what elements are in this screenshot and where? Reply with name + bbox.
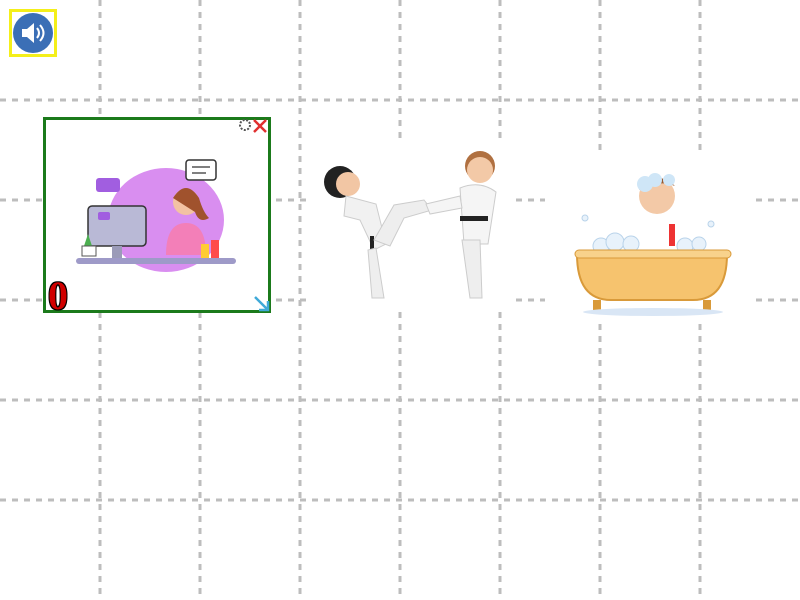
resize-icon[interactable]: [253, 295, 271, 313]
workspace-canvas: 0: [0, 0, 800, 600]
girl-at-computer-image: [76, 159, 236, 272]
picture-card-karate[interactable]: [310, 140, 510, 312]
counter-label: 0: [48, 273, 68, 318]
karate-kids-image: [324, 151, 497, 299]
boy-in-bathtub-image: [574, 173, 732, 316]
picture-card-bath[interactable]: [545, 150, 755, 320]
rotate-icon[interactable]: [238, 118, 252, 132]
speaker-icon: [13, 13, 53, 53]
sound-button[interactable]: [9, 9, 57, 57]
picture-card-computer-girl[interactable]: 0: [43, 117, 271, 318]
close-icon[interactable]: [252, 118, 268, 134]
